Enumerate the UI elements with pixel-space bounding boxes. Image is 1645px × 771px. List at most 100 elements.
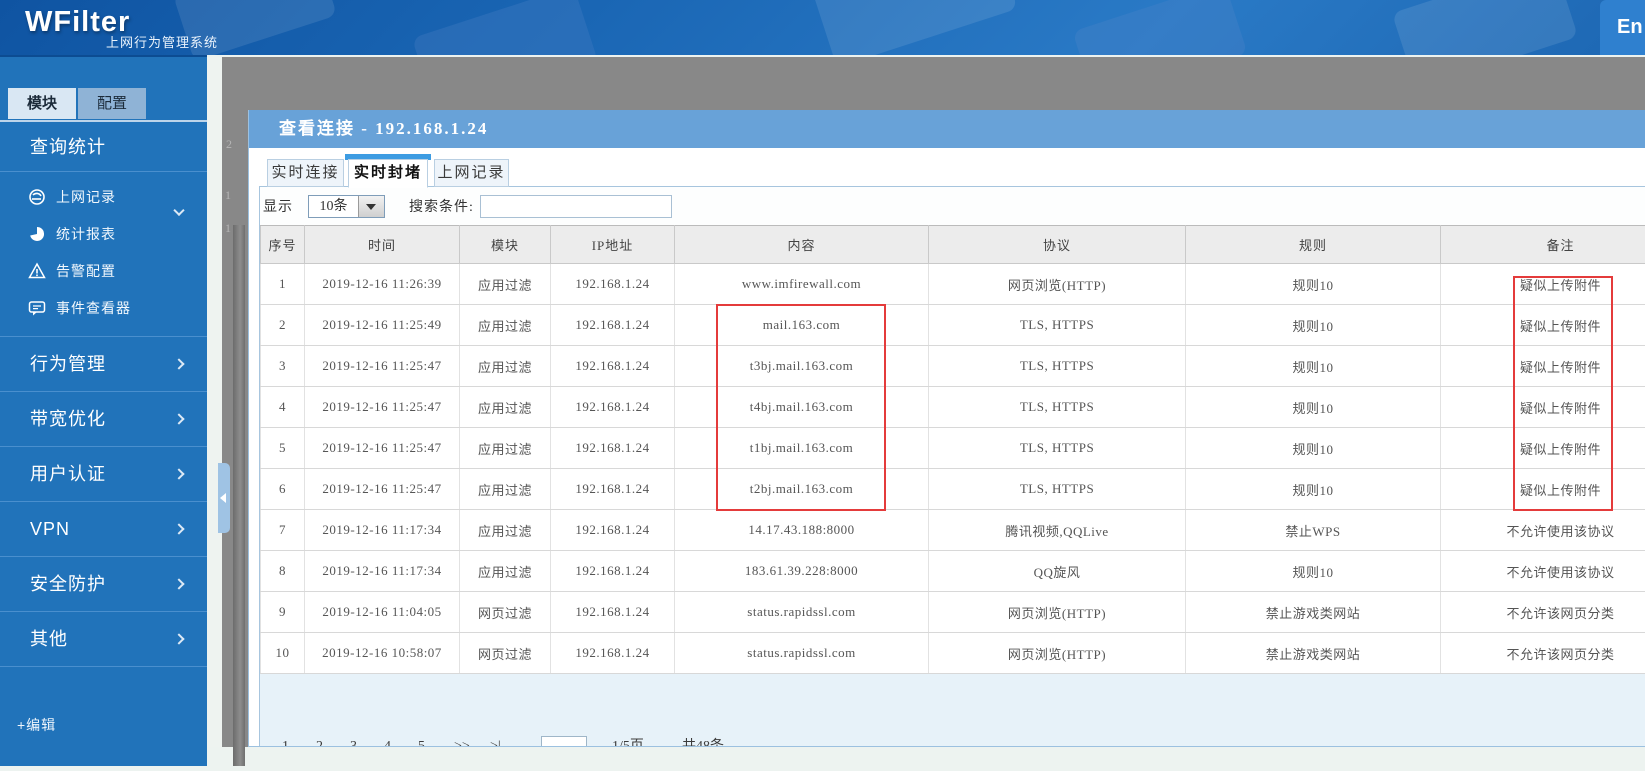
table-cell: TLS, HTTPS bbox=[928, 304, 1186, 346]
table-cell: 应用过滤 bbox=[459, 345, 551, 387]
table-cell: 4 bbox=[260, 386, 305, 428]
chevron-right-icon bbox=[173, 413, 185, 425]
table-cell: 192.168.1.24 bbox=[550, 632, 675, 674]
table-cell: 规则10 bbox=[1185, 263, 1441, 305]
keyboard-texture bbox=[411, 0, 599, 55]
view-connections-dialog: 查看连接 - 192.168.1.24 实时连接 实时封堵 上网记录 显示 10… bbox=[248, 110, 1645, 747]
search-input[interactable] bbox=[479, 194, 672, 218]
table-cell: 2019-12-16 11:25:47 bbox=[304, 427, 460, 469]
table-cell: 192.168.1.24 bbox=[550, 550, 675, 592]
table-cell: t4bj.mail.163.com bbox=[674, 386, 929, 428]
table-cell: 9 bbox=[260, 591, 305, 633]
top-header: WFilter 上网行为管理系统 En bbox=[0, 0, 1645, 55]
blocking-records-table: 序号 时间 模块 IP地址 内容 协议 规则 备注 1 2019-12-16 11:26:39 应… bbox=[260, 225, 1645, 674]
column-header: 时间 bbox=[304, 225, 460, 264]
sidebar-item-behavior-mgmt[interactable]: 行为管理 bbox=[0, 337, 207, 392]
background-scrollbar[interactable] bbox=[233, 225, 245, 766]
table-cell: 网页浏览(HTTP) bbox=[928, 263, 1186, 305]
table-cell: 应用过滤 bbox=[459, 304, 551, 346]
table-cell: 规则10 bbox=[1185, 468, 1441, 510]
table-row: 6 2019-12-16 11:25:47 应用过滤 192.168.1.24 t2bj… bbox=[260, 468, 1645, 510]
language-toggle-button[interactable]: En bbox=[1600, 0, 1645, 55]
sidebar-item-alert-config[interactable]: 告警配置 bbox=[0, 252, 207, 289]
browser-icon bbox=[27, 188, 47, 206]
sidebar-item-event-viewer[interactable]: 事件查看器 bbox=[0, 289, 207, 326]
sidebar-tab-modules[interactable]: 模块 bbox=[8, 88, 76, 119]
page-number-input[interactable] bbox=[541, 736, 587, 746]
tab-web-records[interactable]: 上网记录 bbox=[434, 159, 509, 187]
table-cell: 疑似上传附件 bbox=[1440, 304, 1645, 346]
page-button-2[interactable]: 2 bbox=[316, 739, 323, 746]
tab-realtime-connections[interactable]: 实时连接 bbox=[267, 159, 344, 187]
table-row: 5 2019-12-16 11:25:47 应用过滤 192.168.1.24 t1bj… bbox=[260, 427, 1645, 469]
last-page-button[interactable]: >| bbox=[490, 739, 501, 746]
chevron-right-icon bbox=[173, 633, 185, 645]
page-button-5[interactable]: 5 bbox=[418, 739, 425, 746]
page-button-1[interactable]: 1 bbox=[282, 739, 289, 746]
column-header: 序号 bbox=[260, 225, 305, 264]
table-cell: 2019-12-16 11:25:49 bbox=[304, 304, 460, 346]
sidebar-item-security[interactable]: 安全防护 bbox=[0, 557, 207, 612]
edit-menu-link[interactable]: +编辑 bbox=[17, 715, 56, 735]
page-bottom-strip bbox=[207, 747, 1645, 771]
page-size-value: 10条 bbox=[319, 198, 348, 214]
table-row: 10 2019-12-16 10:58:07 网页过滤 192.168.1.24 sta… bbox=[260, 632, 1645, 674]
table-cell: 腾讯视频,QQLive bbox=[928, 509, 1186, 551]
column-header: IP地址 bbox=[550, 225, 675, 264]
page-button-3[interactable]: 3 bbox=[350, 739, 357, 746]
table-cell: 禁止WPS bbox=[1185, 509, 1441, 551]
table-cell: 不允许使用该协议 bbox=[1440, 550, 1645, 592]
table-cell: TLS, HTTPS bbox=[928, 345, 1186, 387]
table-row: 3 2019-12-16 11:25:47 应用过滤 192.168.1.24 t3bj… bbox=[260, 345, 1645, 387]
sidebar-item-bandwidth-opt[interactable]: 带宽优化 bbox=[0, 392, 207, 447]
table-cell: 2019-12-16 11:25:47 bbox=[304, 468, 460, 510]
table-cell: 应用过滤 bbox=[459, 468, 551, 510]
table-cell: TLS, HTTPS bbox=[928, 427, 1186, 469]
background-digit: 1 bbox=[225, 188, 231, 202]
table-cell: 5 bbox=[260, 427, 305, 469]
sidebar-tab-config[interactable]: 配置 bbox=[78, 88, 146, 119]
table-cell: 2019-12-16 10:58:07 bbox=[304, 632, 460, 674]
next-pages-button[interactable]: >> bbox=[454, 739, 470, 746]
chevron-right-icon bbox=[173, 468, 185, 480]
dialog-title: 查看连接 - 192.168.1.24 bbox=[249, 110, 1645, 148]
app-subtitle: 上网行为管理系统 bbox=[106, 35, 219, 50]
column-header: 模块 bbox=[459, 225, 551, 264]
dropdown-arrow-button[interactable] bbox=[358, 195, 384, 217]
column-header: 协议 bbox=[928, 225, 1186, 264]
table-cell: 192.168.1.24 bbox=[550, 468, 675, 510]
sidebar-item-statistics-report[interactable]: 统计报表 bbox=[0, 215, 207, 252]
sidebar-item-vpn[interactable]: VPN bbox=[0, 502, 207, 557]
table-cell: 禁止游戏类网站 bbox=[1185, 632, 1441, 674]
table-row: 4 2019-12-16 11:25:47 应用过滤 192.168.1.24 t4bj… bbox=[260, 386, 1645, 428]
search-label: 搜索条件: bbox=[409, 200, 474, 215]
sidebar-item-other[interactable]: 其他 bbox=[0, 612, 207, 667]
table-cell: 疑似上传附件 bbox=[1440, 345, 1645, 387]
table-row: 2 2019-12-16 11:25:49 应用过滤 192.168.1.24 mail… bbox=[260, 304, 1645, 346]
chevron-right-icon bbox=[173, 358, 185, 370]
table-cell: 规则10 bbox=[1185, 386, 1441, 428]
table-cell: 应用过滤 bbox=[459, 386, 551, 428]
table-cell: TLS, HTTPS bbox=[928, 386, 1186, 428]
table-body: 1 2019-12-16 11:26:39 应用过滤 192.168.1.24 www.… bbox=[260, 263, 1645, 674]
sidebar-item-user-auth[interactable]: 用户认证 bbox=[0, 447, 207, 502]
table-cell: 192.168.1.24 bbox=[550, 509, 675, 551]
column-header: 规则 bbox=[1185, 225, 1441, 264]
column-header: 备注 bbox=[1440, 225, 1645, 264]
background-digit: 2 bbox=[226, 137, 232, 151]
chevron-left-icon bbox=[220, 493, 226, 503]
table-cell: status.rapidssl.com bbox=[674, 632, 929, 674]
page-size-select[interactable]: 10条 bbox=[308, 194, 385, 218]
tab-realtime-blocking[interactable]: 实时封堵 bbox=[348, 159, 428, 188]
events-icon bbox=[27, 299, 47, 317]
sidebar-collapse-handle[interactable] bbox=[218, 463, 230, 533]
sidebar-item-query-stats[interactable]: 查询统计 bbox=[0, 122, 207, 172]
page-button-4[interactable]: 4 bbox=[384, 739, 391, 746]
keyboard-texture bbox=[1072, 0, 1248, 55]
table-cell: 网页过滤 bbox=[459, 632, 551, 674]
column-header: 内容 bbox=[674, 225, 929, 264]
table-cell: t1bj.mail.163.com bbox=[674, 427, 929, 469]
table-cell: 不允许该网页分类 bbox=[1440, 591, 1645, 633]
table-cell: 网页过滤 bbox=[459, 591, 551, 633]
table-cell: t3bj.mail.163.com bbox=[674, 345, 929, 387]
